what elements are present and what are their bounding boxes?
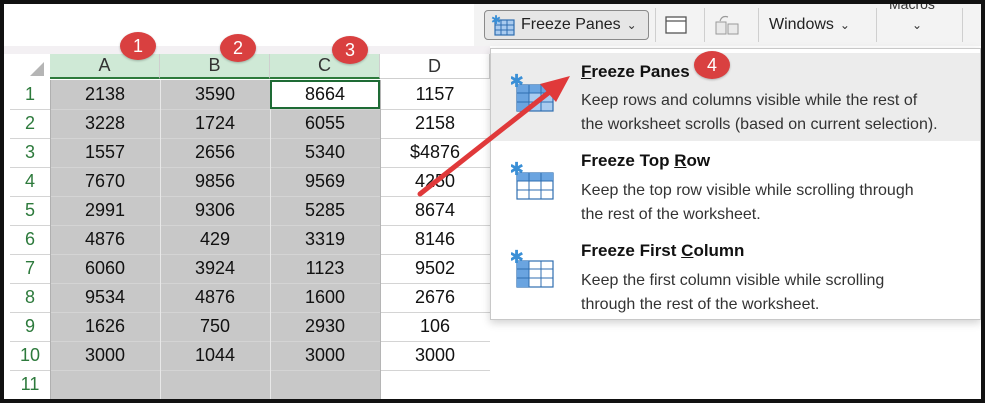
annotation-arrow (417, 76, 570, 197)
grid-line (10, 399, 490, 400)
screenshot-frame: ✱ Freeze Panes ⌄ Windows ⌄ Macros ⌄ A B … (0, 0, 985, 403)
